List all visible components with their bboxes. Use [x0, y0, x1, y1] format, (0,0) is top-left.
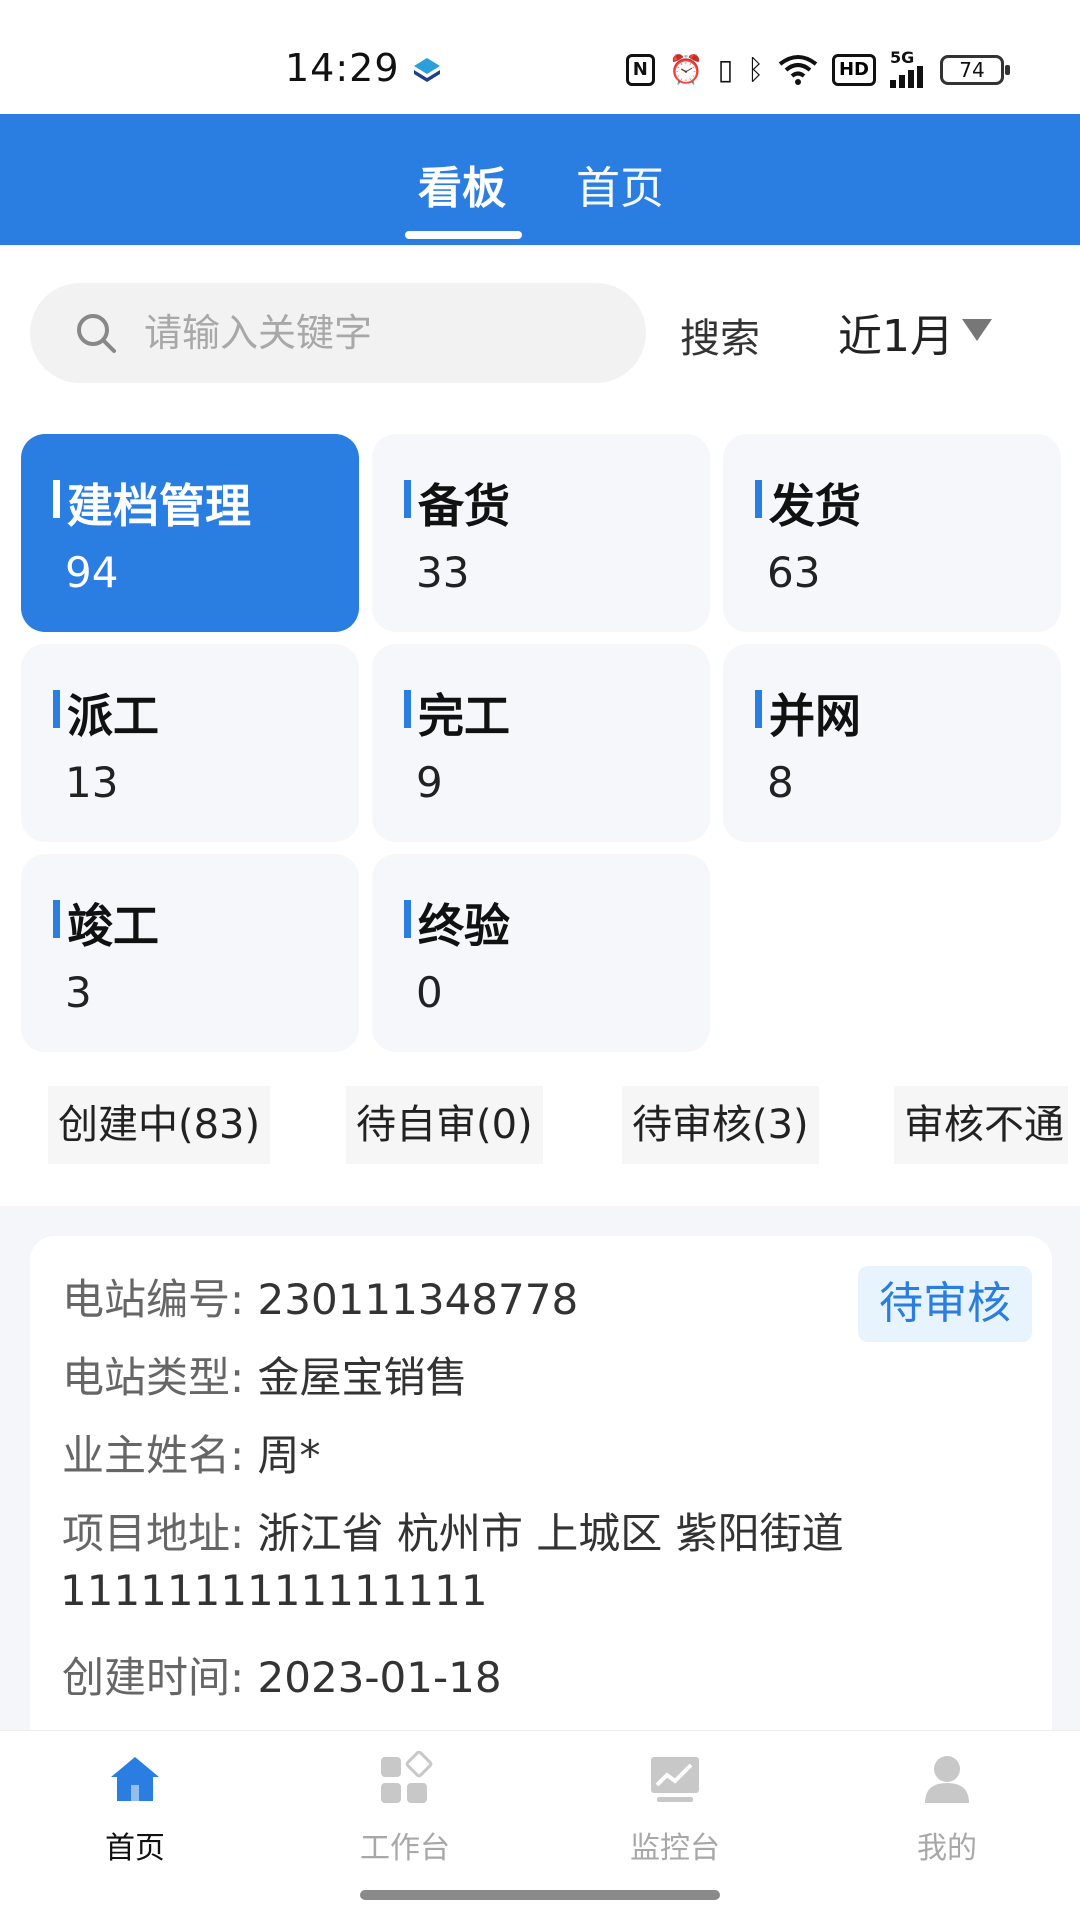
tab-home[interactable]: 首页 — [576, 152, 664, 216]
nav-home[interactable]: 首页 — [60, 1751, 210, 1867]
stage-count: 9 — [416, 758, 443, 807]
stage-label: 完工 — [418, 689, 510, 743]
stage-label: 竣工 — [67, 899, 159, 953]
stage-card-shipping[interactable]: 发货 63 — [723, 434, 1061, 632]
nav-monitor[interactable]: 监控台 — [600, 1751, 750, 1867]
active-tab-indicator — [405, 231, 522, 239]
search-button[interactable]: 搜索 — [680, 306, 760, 364]
app-screen: 14:29 N ⏰ ▯ ᛒ HD 5G 74 看板 首页 请输入关键字 搜索 近… — [0, 0, 1080, 1920]
stage-count: 8 — [767, 758, 794, 807]
stage-count: 63 — [767, 548, 821, 597]
nav-profile-label: 我的 — [917, 1831, 977, 1866]
battery-icon: 74 — [940, 55, 1010, 85]
card-accent-bar — [53, 900, 60, 938]
bluetooth-icon: ᛒ — [747, 53, 764, 86]
card-accent-bar — [404, 900, 411, 938]
stage-label: 派工 — [67, 689, 159, 743]
period-dropdown[interactable]: 近1月 — [838, 300, 992, 364]
search-bar[interactable] — [30, 283, 646, 383]
address-value-line2: 1111111111111111 — [60, 1566, 488, 1615]
card-accent-bar — [755, 480, 762, 518]
status-badge: 待审核 — [858, 1266, 1032, 1342]
station-type-value: 金屋宝销售 — [257, 1353, 468, 1402]
vibrate-icon: ▯ — [717, 53, 734, 86]
station-type-label: 电站类型: — [62, 1353, 245, 1402]
stage-card-filing[interactable]: 建档管理 94 — [21, 434, 359, 632]
profile-icon — [925, 1756, 969, 1803]
stage-label: 并网 — [769, 689, 861, 743]
wifi-icon — [778, 55, 818, 85]
nav-workbench[interactable]: 工作台 — [330, 1751, 480, 1867]
status-filter-bar: 创建中(83) 待自审(0) 待审核(3) 审核不通 — [48, 1086, 1068, 1164]
signal-icon: 5G — [890, 49, 926, 91]
top-tab-bar: 看板 首页 — [0, 114, 1080, 245]
filter-chip-creating[interactable]: 创建中(83) — [48, 1086, 271, 1164]
station-number-label: 电站编号: — [62, 1275, 245, 1324]
stage-card-stocking[interactable]: 备货 33 — [372, 434, 710, 632]
home-indicator[interactable] — [360, 1890, 720, 1900]
stage-count: 0 — [416, 968, 443, 1017]
card-accent-bar — [53, 690, 60, 728]
address-label: 项目地址: — [62, 1509, 245, 1558]
address-continuation-row: 1111111111111111 — [60, 1566, 488, 1615]
stage-card-completed[interactable]: 完工 9 — [372, 644, 710, 842]
home-icon — [111, 1757, 159, 1801]
search-input[interactable] — [144, 305, 624, 361]
stage-card-dispatch[interactable]: 派工 13 — [21, 644, 359, 842]
card-accent-bar — [755, 690, 762, 728]
workbench-icon — [381, 1751, 433, 1803]
filter-chip-self-review[interactable]: 待自审(0) — [346, 1086, 543, 1164]
created-value: 2023-01-18 — [257, 1653, 502, 1702]
period-value: 近1月 — [838, 311, 954, 362]
stage-count: 94 — [65, 548, 119, 597]
filter-chip-pending-review[interactable]: 待审核(3) — [622, 1086, 819, 1164]
station-record-card[interactable]: 待审核 电站编号: 230111348778 电站类型: 金屋宝销售 业主姓名:… — [30, 1236, 1052, 1756]
station-number-value: 230111348778 — [257, 1275, 579, 1324]
card-accent-bar — [53, 480, 60, 518]
status-time: 14:29 — [285, 46, 400, 90]
stage-label: 发货 — [769, 479, 861, 533]
filter-chip-rejected[interactable]: 审核不通 — [894, 1086, 1068, 1164]
stage-card-acceptance[interactable]: 竣工 3 — [21, 854, 359, 1052]
stage-count: 3 — [65, 968, 92, 1017]
station-type-row: 电站类型: 金屋宝销售 — [62, 1344, 468, 1405]
stage-card-grid-connect[interactable]: 并网 8 — [723, 644, 1061, 842]
stage-card-final-inspection[interactable]: 终验 0 — [372, 854, 710, 1052]
stage-label: 终验 — [418, 899, 510, 953]
stage-count: 33 — [416, 548, 470, 597]
status-bar: 14:29 N ⏰ ▯ ᛒ HD 5G 74 — [0, 0, 1080, 114]
stage-count: 13 — [65, 758, 119, 807]
nav-profile[interactable]: 我的 — [872, 1751, 1022, 1867]
address-row: 项目地址: 浙江省 杭州市 上城区 紫阳街道 — [62, 1500, 844, 1561]
nav-monitor-label: 监控台 — [630, 1831, 720, 1866]
monitor-icon — [651, 1757, 699, 1802]
hd-icon: HD — [831, 54, 876, 86]
stage-label: 备货 — [418, 479, 510, 533]
nav-home-label: 首页 — [105, 1831, 165, 1866]
address-value-line1: 浙江省 杭州市 上城区 紫阳街道 — [257, 1509, 844, 1558]
alarm-icon: ⏰ — [668, 53, 704, 86]
search-icon — [77, 314, 116, 353]
owner-value: 周* — [257, 1431, 321, 1480]
stage-label: 建档管理 — [67, 479, 251, 533]
caret-down-icon — [962, 319, 992, 341]
owner-label: 业主姓名: — [62, 1431, 245, 1480]
app-notification-icon — [414, 58, 440, 82]
created-label: 创建时间: — [62, 1653, 245, 1702]
tab-dashboard[interactable]: 看板 — [418, 152, 506, 216]
status-icons: N ⏰ ▯ ᛒ HD 5G 74 — [625, 48, 1010, 92]
owner-row: 业主姓名: 周* — [62, 1422, 321, 1483]
created-row: 创建时间: 2023-01-18 — [62, 1644, 502, 1705]
nfc-icon: N — [625, 54, 655, 86]
card-accent-bar — [404, 690, 411, 728]
station-number-row: 电站编号: 230111348778 — [62, 1266, 578, 1327]
card-accent-bar — [404, 480, 411, 518]
nav-workbench-label: 工作台 — [360, 1831, 450, 1866]
